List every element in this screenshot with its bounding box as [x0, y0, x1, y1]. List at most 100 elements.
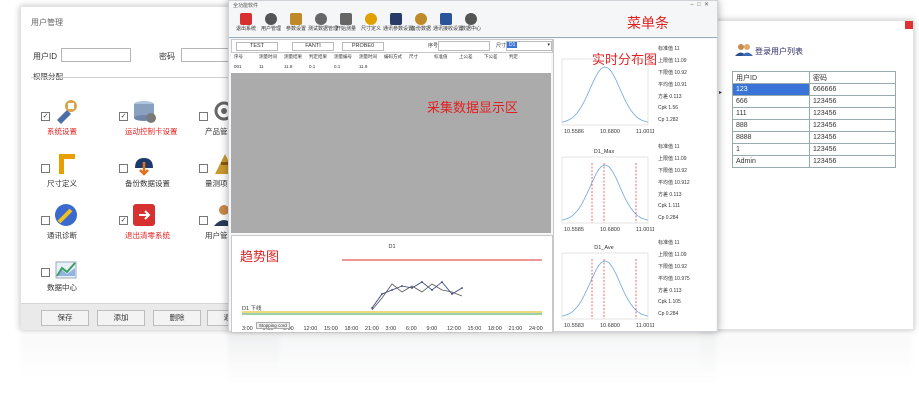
table-row[interactable]: 1 123456 — [732, 143, 896, 156]
main-application-window: 全功能软件 – □ ✕ 退出系统 用户管理 参数设置 测试数据管理 开始测量 尺寸定义 通讯… — [228, 0, 718, 333]
password-label: 密码 — [159, 52, 175, 61]
permission-motion-card-settings[interactable]: ✓ 运动控制卡设置 — [113, 98, 191, 138]
permission-checkbox[interactable] — [199, 164, 208, 173]
toolbar-parameter-settings-button[interactable]: 参数设置 — [283, 13, 309, 35]
data-center-icon — [465, 13, 477, 25]
tab-test[interactable]: TEST — [236, 42, 278, 51]
statistic-row: 平均值 10.912 — [658, 180, 690, 186]
table-header-row: 用户ID 密码 — [732, 71, 896, 84]
permission-system-settings[interactable]: ✓ 系统设置 — [35, 98, 113, 138]
toolbar-label: 通讯参数设置 — [383, 26, 414, 32]
toolbar-communication-settings-button[interactable]: 通讯参数设置 — [383, 13, 414, 35]
statistic-row: 上限值 11.09 — [658, 58, 687, 64]
column-header: 测量结果 — [284, 54, 302, 59]
permission-exit-clear-system[interactable]: ✓ 退出清零系统 — [113, 202, 191, 242]
permission-checkbox[interactable]: ✓ — [119, 112, 128, 121]
data-area-annotation: 采集数据显示区 — [427, 101, 519, 116]
header-user-id: 用户ID — [732, 71, 810, 84]
permission-backup-data-settings[interactable]: 备份数据设置 — [113, 150, 191, 190]
dimension-combo[interactable]: D1 ▾ — [506, 41, 552, 51]
permission-checkbox[interactable] — [119, 164, 128, 173]
save-button[interactable]: 保存 — [41, 310, 89, 326]
exit-system-icon — [240, 13, 252, 25]
table-row[interactable]: 123 666666 — [732, 83, 896, 96]
user-id-cell: 666 — [732, 95, 810, 108]
permission-checkbox[interactable] — [199, 112, 208, 121]
toolbar-data-center-button[interactable]: 数据中心 — [458, 13, 484, 35]
distribution-curve — [561, 66, 649, 123]
table-row[interactable]: 111 123456 — [732, 107, 896, 120]
test-data-management-icon — [315, 13, 327, 25]
toolbar-divider — [229, 37, 717, 38]
user-id-input[interactable] — [61, 48, 131, 62]
password-cell: 666666 — [809, 83, 896, 96]
trend-point — [391, 289, 393, 291]
trend-point — [461, 287, 463, 289]
permission-checkbox[interactable] — [199, 216, 208, 225]
chevron-down-icon: ▾ — [547, 42, 550, 48]
trend-series-1 — [371, 281, 463, 309]
toolbar-label: 用户管理 — [260, 26, 281, 32]
table-row[interactable]: 8888 123456 — [732, 131, 896, 144]
toolbar-communication-receive-button[interactable]: 通讯接收设置 — [433, 13, 463, 35]
x-tick-label: 11.0011 — [636, 323, 654, 329]
toolbar-dimension-definition-button[interactable]: 尺寸定义 — [358, 13, 384, 35]
permission-communication-diagnosis[interactable]: 通讯诊断 — [35, 202, 113, 242]
trend-point — [431, 289, 433, 291]
user-id-cell: 8888 — [732, 131, 810, 144]
communication-receive-icon — [440, 13, 452, 25]
table-row[interactable]: 888 123456 — [732, 119, 896, 132]
x-tick-label: 12:00 — [447, 326, 461, 332]
permission-label: 数据中心 — [47, 283, 77, 292]
distribution-title: D1_Ave — [594, 245, 613, 251]
toolbar-exit-system-button[interactable]: 退出系统 — [233, 13, 259, 35]
table-row[interactable]: Admin 123456 — [732, 155, 896, 168]
toolbar-user-management-button[interactable]: 用户管理 — [258, 13, 284, 35]
statistic-row: Cpk 1.56 — [658, 105, 679, 111]
permission-checkbox[interactable]: ✓ — [41, 112, 50, 121]
main-window-reflection — [228, 336, 716, 384]
distribution-curve — [561, 260, 649, 317]
window-controls[interactable]: – □ ✕ — [690, 1, 709, 8]
toolbar-test-data-management-button[interactable]: 测试数据管理 — [308, 13, 338, 35]
permission-checkbox[interactable] — [41, 216, 50, 225]
permission-checkbox[interactable] — [41, 164, 50, 173]
trend-point — [421, 281, 423, 283]
distribution-title: D1_Max — [594, 149, 615, 155]
backup-data-icon — [415, 13, 427, 25]
column-header: 下公差 — [484, 54, 498, 59]
table-row[interactable]: 001 11 11.9 0.1 0.1 11.9 — [231, 64, 551, 72]
menu-annotation: 菜单条 — [627, 16, 669, 32]
table-row[interactable]: 666 123456 — [732, 95, 896, 108]
tab-probe0[interactable]: PROBE0 — [342, 42, 384, 51]
x-tick-label: 11.0011 — [636, 227, 654, 233]
permission-label: 系统设置 — [47, 127, 77, 136]
permission-data-center[interactable]: 数据中心 — [35, 254, 113, 294]
add-button[interactable]: 添加 — [97, 310, 145, 326]
x-tick-label: 10.5586 — [564, 129, 584, 135]
tab-fanti[interactable]: FANTI — [292, 42, 334, 51]
toolbar: 退出系统 用户管理 参数设置 测试数据管理 开始测量 尺寸定义 通讯参数设置 备份数据 通讯接收… — [229, 1, 489, 37]
permission-checkbox[interactable] — [41, 268, 50, 277]
statistic-row: Cp 0.284 — [658, 311, 679, 317]
toolbar-start-measurement-button[interactable]: 开始测量 — [333, 13, 359, 35]
right-window-reflection — [700, 336, 912, 376]
permission-dimension-definition[interactable]: 尺寸定义 — [35, 150, 113, 190]
toolbar-backup-data-button[interactable]: 备份数据 — [408, 13, 434, 35]
column-header: 测量时间 — [359, 54, 377, 59]
user-management-icon — [265, 13, 277, 25]
x-tick-label: 24:00 — [529, 326, 543, 332]
distribution-charts: 10.5586 10.6800 11.0011 标准值 11 上限值 11.09 下限值 … — [554, 39, 716, 331]
permission-checkbox[interactable]: ✓ — [119, 216, 128, 225]
password-cell: 123456 — [809, 95, 896, 108]
close-icon[interactable] — [905, 21, 913, 29]
diagnostic-icon — [53, 202, 79, 228]
parameter-settings-icon — [290, 13, 302, 25]
delete-button[interactable]: 删除 — [153, 310, 201, 326]
trend-point — [451, 293, 453, 295]
statistic-row: 方差 0.113 — [658, 192, 682, 198]
login-user-list-window: 登录用户列表 用户ID 密码 123 666666 666 123456 111 1234… — [700, 20, 914, 330]
serial-combo[interactable] — [438, 41, 490, 51]
column-header: 判定结果 — [309, 54, 327, 59]
communication-settings-icon — [390, 13, 402, 25]
